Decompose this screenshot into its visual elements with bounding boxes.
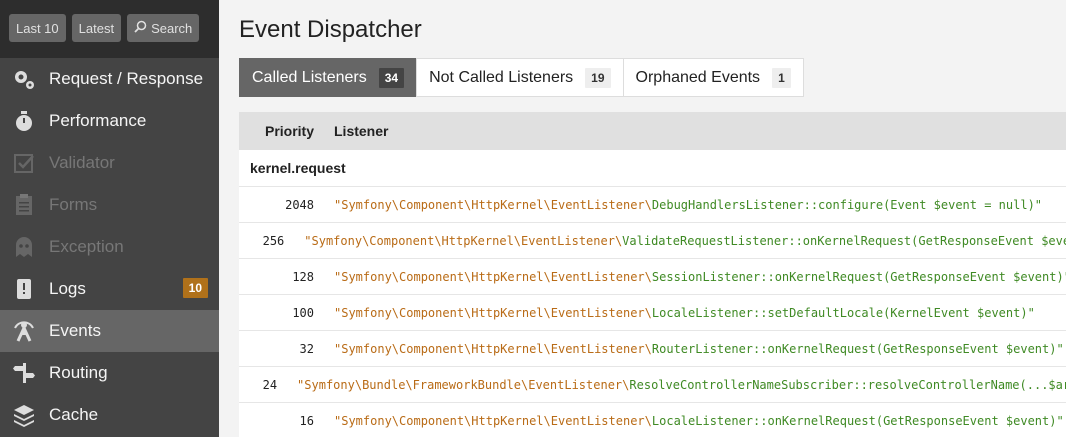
sidebar-item-label: Routing [49, 363, 108, 382]
listener-method: SessionListener::onKernelRequest(GetResp… [651, 269, 1066, 284]
listener-namespace: "Symfony\Bundle\FrameworkBundle\EventLis… [297, 377, 630, 392]
latest-button[interactable]: Latest [71, 14, 122, 42]
sidebar: Last 10 Latest Search Request / Response… [0, 0, 219, 437]
listener-namespace: "Symfony\Component\HttpKernel\EventListe… [334, 413, 652, 428]
search-button[interactable]: Search [127, 14, 200, 42]
tab-label: Called Listeners [252, 68, 367, 86]
sidebar-item-performance[interactable]: Performance [0, 100, 219, 142]
sidebar-menu: Request / Response Performance Validator… [0, 58, 219, 436]
latest-label: Latest [78, 20, 115, 36]
book-icon [12, 277, 36, 301]
listener-cell: "Symfony\Component\HttpKernel\EventListe… [324, 198, 1042, 212]
listener-method: LocaleListener::onKernelRequest(GetRespo… [651, 413, 1064, 428]
tab-count-badge: 19 [585, 67, 611, 88]
sidebar-item-cache[interactable]: Cache [0, 394, 219, 436]
tab-not-called-listeners[interactable]: Not Called Listeners 19 [416, 58, 623, 97]
tab-label: Orphaned Events [635, 68, 761, 86]
sidebar-item-exception[interactable]: Exception [0, 226, 219, 268]
listener-method: RouterListener::onKernelRequest(GetRespo… [651, 341, 1064, 356]
tab-called-listeners[interactable]: Called Listeners 34 [239, 58, 417, 97]
sidebar-item-label: Performance [49, 111, 147, 130]
sidebar-item-label: Validator [49, 153, 115, 172]
priority-cell: 128 [292, 269, 314, 284]
listener-method: ValidateRequestListener::onKernelRequest… [622, 233, 1066, 248]
listener-namespace: "Symfony\Component\HttpKernel\EventListe… [304, 233, 623, 248]
sidebar-item-label: Cache [49, 405, 99, 424]
table-header: Priority Listener [239, 112, 1066, 150]
database-icon [12, 403, 36, 427]
listener-column-header: Listener [334, 123, 389, 139]
listener-cell: "Symfony\Component\HttpKernel\EventListe… [324, 414, 1064, 428]
listener-cell: "Symfony\Component\HttpKernel\EventListe… [324, 342, 1064, 356]
search-icon [134, 20, 147, 36]
stopwatch-icon [12, 109, 36, 133]
check-icon [12, 151, 36, 175]
signpost-icon [12, 361, 36, 385]
page-title: Event Dispatcher [239, 16, 422, 43]
priority-column-header: Priority [264, 123, 314, 139]
tab-bar: Called Listeners 34 Not Called Listeners… [239, 58, 1066, 97]
listener-namespace: "Symfony\Component\HttpKernel\EventListe… [334, 269, 652, 284]
listener-cell: "Symfony\Bundle\FrameworkBundle\EventLis… [287, 378, 1066, 392]
sidebar-item-validator[interactable]: Validator [0, 142, 219, 184]
sidebar-item-forms[interactable]: Forms [0, 184, 219, 226]
sidebar-item-label: Exception [49, 237, 124, 256]
listener-method: ResolveControllerNameSubscriber::resolve… [629, 377, 1066, 392]
table-row: 128 "Symfony\Component\HttpKernel\EventL… [239, 259, 1066, 295]
priority-cell: 100 [292, 305, 314, 320]
main-content: Event Dispatcher Called Listeners 34 Not… [219, 0, 1066, 437]
tab-count-badge: 1 [772, 67, 791, 88]
tab-orphaned-events[interactable]: Orphaned Events 1 [622, 58, 804, 97]
table-row: 24 "Symfony\Bundle\FrameworkBundle\Event… [239, 367, 1066, 403]
tab-label: Not Called Listeners [429, 68, 574, 86]
search-label: Search [151, 20, 193, 36]
priority-cell: 32 [299, 341, 314, 356]
priority-cell: 16 [299, 413, 314, 428]
clipboard-icon [12, 193, 36, 217]
logs-count-badge: 10 [182, 278, 208, 298]
gears-icon [12, 67, 36, 91]
sidebar-item-label: Events [49, 321, 101, 340]
priority-cell: 24 [262, 377, 278, 392]
listener-namespace: "Symfony\Component\HttpKernel\EventListe… [334, 305, 652, 320]
priority-cell: 256 [262, 233, 285, 248]
table-row: 2048 "Symfony\Component\HttpKernel\Event… [239, 187, 1066, 223]
sidebar-item-request-response[interactable]: Request / Response [0, 58, 219, 100]
listener-cell: "Symfony\Component\HttpKernel\EventListe… [324, 270, 1066, 284]
sidebar-item-events[interactable]: Events [0, 310, 219, 352]
table-row: 100 "Symfony\Component\HttpKernel\EventL… [239, 295, 1066, 331]
table-row: 16 "Symfony\Component\HttpKernel\EventLi… [239, 403, 1066, 437]
listener-namespace: "Symfony\Component\HttpKernel\EventListe… [334, 197, 652, 212]
ghost-icon [12, 235, 36, 259]
sidebar-item-label: Forms [49, 195, 98, 214]
table-row: 32 "Symfony\Component\HttpKernel\EventLi… [239, 331, 1066, 367]
last-10-label: Last 10 [16, 20, 59, 36]
listener-cell: "Symfony\Component\HttpKernel\EventListe… [294, 234, 1066, 248]
sidebar-item-routing[interactable]: Routing [0, 352, 219, 394]
priority-cell: 2048 [285, 197, 314, 212]
listener-namespace: "Symfony\Component\HttpKernel\EventListe… [334, 341, 652, 356]
listeners-table: Priority Listener kernel.request 2048 "S… [239, 112, 1066, 437]
sidebar-item-label: Logs [49, 279, 86, 298]
sidebar-item-logs[interactable]: Logs 10 [0, 268, 219, 310]
listener-method: DebugHandlersListener::configure(Event $… [651, 197, 1043, 212]
listener-method: LocaleListener::setDefaultLocale(KernelE… [651, 305, 1035, 320]
listener-cell: "Symfony\Component\HttpKernel\EventListe… [324, 306, 1035, 320]
tab-count-badge: 34 [378, 67, 405, 88]
sidebar-top-bar: Last 10 Latest Search [0, 0, 219, 58]
event-group-header: kernel.request [239, 150, 1066, 187]
sidebar-item-label: Request / Response [49, 69, 204, 88]
last-10-button[interactable]: Last 10 [9, 14, 66, 42]
events-icon [12, 319, 36, 343]
table-row: 256 "Symfony\Component\HttpKernel\EventL… [239, 223, 1066, 259]
